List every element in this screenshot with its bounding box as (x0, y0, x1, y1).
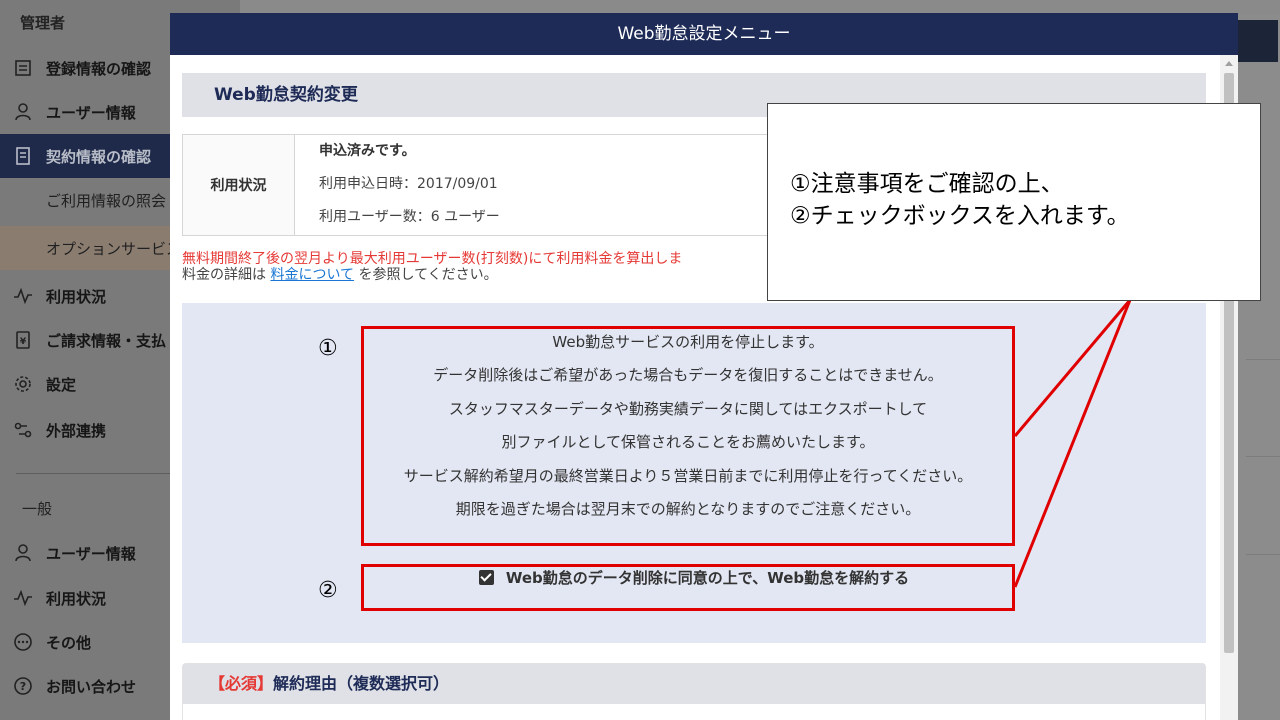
svg-text:?: ? (20, 680, 26, 693)
fee-info: 料金の詳細は 料金について を参照してください。 (182, 267, 498, 283)
annotation-marker-1: ① (318, 336, 338, 361)
sidebar-item-label: 利用状況 (46, 287, 107, 306)
annotation-box-notes (361, 326, 1015, 546)
status-line-applied: 申込済みです。 (319, 143, 416, 159)
gear-icon (12, 373, 34, 395)
sidebar-item-label: ご利用情報の照会 (46, 191, 167, 210)
user-icon (12, 101, 34, 123)
fee-suffix: を参照してください。 (358, 267, 498, 283)
cancel-reason-heading: 【必須】解約理由（複数選択可） (183, 664, 1205, 704)
status-line-users: 利用ユーザー数：6 ユーザー (319, 209, 500, 225)
sidebar-item-label: 利用状況 (46, 589, 107, 608)
annotation-callout: ①注意事項をご確認の上、 ②チェックボックスを入れます。 (767, 103, 1261, 301)
activity-icon (12, 285, 34, 307)
modal-title: Web勤怠設定メニュー (170, 13, 1238, 55)
status-values: 申込済みです。 利用申込日時：2017/09/01 利用ユーザー数：6 ユーザー (319, 143, 500, 242)
form-icon (12, 57, 34, 79)
sidebar-item-label: 契約情報の確認 (46, 147, 152, 166)
status-line-date: 利用申込日時：2017/09/01 (319, 176, 498, 192)
sidebar-item-label: お問い合わせ (46, 677, 137, 696)
more-icon (12, 631, 34, 653)
svg-text:¥: ¥ (20, 337, 27, 347)
sidebar-item-label: ご請求情報・支払 (46, 331, 167, 350)
fee-link[interactable]: 料金について (270, 267, 354, 283)
background-divider (1246, 359, 1280, 360)
background-divider (1246, 554, 1280, 555)
scroll-up-icon[interactable] (1225, 61, 1233, 66)
callout-line-1: ①注意事項をご確認の上、 (790, 171, 1064, 197)
fee-prefix: 料金の詳細は (182, 267, 266, 283)
annotation-marker-2: ② (318, 578, 338, 603)
sidebar-item-label: その他 (46, 633, 92, 652)
annotation-box-checkbox (361, 564, 1015, 611)
user-icon (12, 542, 34, 564)
sidebar-item-label: オプションサービス (46, 239, 182, 258)
background-divider (1246, 456, 1280, 457)
billing-warning: 無料期間終了後の翌月より最大利用ユーザー数(打刻数)にて利用料金を算出しま (182, 251, 683, 267)
link-icon (12, 419, 34, 441)
activity-icon (12, 587, 34, 609)
document-icon (12, 145, 34, 167)
sidebar-admin-heading: 管理者 (20, 14, 66, 32)
status-label: 利用状況 (183, 135, 295, 235)
sidebar-item-label: ユーザー情報 (46, 103, 136, 122)
invoice-icon: ¥ (12, 329, 34, 351)
help-icon: ? (12, 675, 34, 697)
cancel-reason-box: 【必須】解約理由（複数選択可） (182, 663, 1206, 720)
sidebar-item-label: 設定 (46, 375, 77, 394)
sidebar-general-heading: 一般 (22, 500, 53, 518)
sidebar-item-label: 登録情報の確認 (46, 59, 152, 78)
background-header-block (1238, 20, 1278, 62)
sidebar-item-label: ユーザー情報 (46, 544, 136, 563)
cancel-reason-title: 解約理由（複数選択可） (273, 674, 450, 693)
callout-line-2: ②チェックボックスを入れます。 (790, 203, 1130, 229)
required-badge: 【必須】 (209, 674, 274, 693)
sidebar-item-label: 外部連携 (46, 421, 107, 440)
